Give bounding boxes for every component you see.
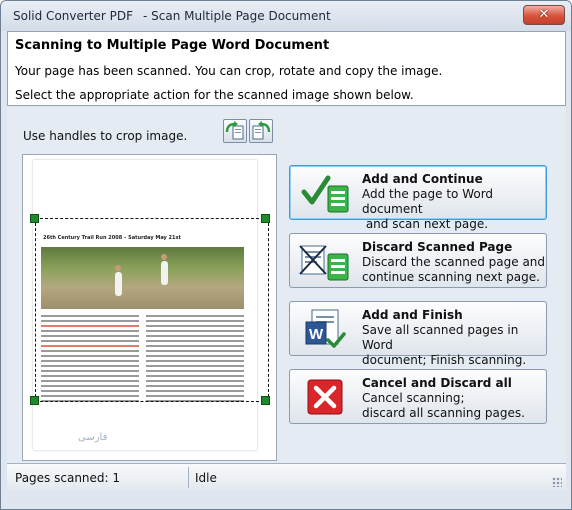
crop-handle-bottom-left[interactable] — [30, 396, 39, 405]
rotate-left-button[interactable] — [223, 119, 247, 143]
dialog-window: Solid Converter PDF - Scan Multiple Page… — [0, 0, 572, 510]
resize-grip-icon[interactable] — [552, 477, 562, 487]
main-panel: Use handles to crop image. 26th Century … — [7, 107, 566, 463]
add-and-finish-line1: Save all scanned pages in Word — [362, 323, 519, 352]
add-and-finish-line2: document; Finish scanning. — [362, 353, 527, 367]
add-and-continue-title: Add and Continue — [362, 172, 483, 186]
rotate-right-button[interactable] — [249, 119, 273, 143]
cancel-and-discard-all-line2: discard all scanning pages. — [362, 406, 525, 420]
discard-scanned-page-line2: continue scanning next page. — [362, 270, 540, 284]
rotate-left-icon — [225, 121, 244, 140]
add-and-finish-title: Add and Finish — [362, 308, 463, 322]
discard-scanned-page-button[interactable]: Discard Scanned Page Discard the scanned… — [289, 233, 547, 288]
discard-scanned-page-line1: Discard the scanned page and — [362, 255, 546, 269]
discard-scanned-page-title: Discard Scanned Page — [362, 240, 513, 254]
crop-handle-top-right[interactable] — [261, 214, 270, 223]
page-title: Scanning to Multiple Page Word Document — [15, 38, 330, 53]
cancel-and-discard-all-line1: Cancel scanning; — [362, 391, 465, 405]
status-separator — [188, 467, 189, 488]
crop-handle-top-left[interactable] — [30, 214, 39, 223]
add-and-finish-button[interactable]: W Add and Finish Save all scanned pages … — [289, 301, 547, 367]
window-doc-title: - Scan Multiple Page Document — [143, 9, 331, 23]
add-and-continue-button[interactable]: Add and Continue Add the page to Word do… — [289, 165, 547, 231]
crop-frame[interactable] — [35, 218, 269, 402]
crop-handle-bottom-right[interactable] — [261, 396, 270, 405]
cancel-x-icon — [298, 376, 354, 418]
rotate-right-icon — [252, 121, 271, 140]
close-button[interactable]: ✕ — [523, 5, 565, 25]
scanner-discard-icon — [298, 240, 354, 282]
title-bar[interactable]: Solid Converter PDF - Scan Multiple Page… — [1, 1, 571, 31]
scan-preview: 26th Century Trail Run 2008 – Saturday M… — [22, 154, 277, 461]
instruction-line-2: Select the appropriate action for the sc… — [15, 88, 414, 102]
word-finish-icon: W — [298, 308, 354, 350]
crop-instruction: Use handles to crop image. — [23, 129, 188, 143]
window-app-name: Solid Converter PDF — [13, 9, 134, 23]
close-icon: ✕ — [538, 7, 550, 22]
instruction-header: Scanning to Multiple Page Word Document … — [7, 31, 566, 106]
cancel-and-discard-all-button[interactable]: Cancel and Discard all Cancel scanning; … — [289, 369, 547, 424]
scanner-state-status: Idle — [195, 471, 217, 485]
status-bar: Pages scanned: 1 Idle — [7, 463, 566, 490]
add-and-continue-line1: Add the page to Word document — [362, 187, 494, 216]
pages-scanned-status: Pages scanned: 1 — [15, 471, 121, 485]
instruction-line-1: Your page has been scanned. You can crop… — [15, 64, 443, 78]
cancel-and-discard-all-title: Cancel and Discard all — [362, 376, 512, 390]
check-add-icon — [298, 172, 354, 214]
watermark-text: فارسی — [78, 432, 108, 443]
add-and-continue-line2: and scan next page. — [362, 217, 489, 231]
svg-text:W: W — [309, 326, 324, 343]
